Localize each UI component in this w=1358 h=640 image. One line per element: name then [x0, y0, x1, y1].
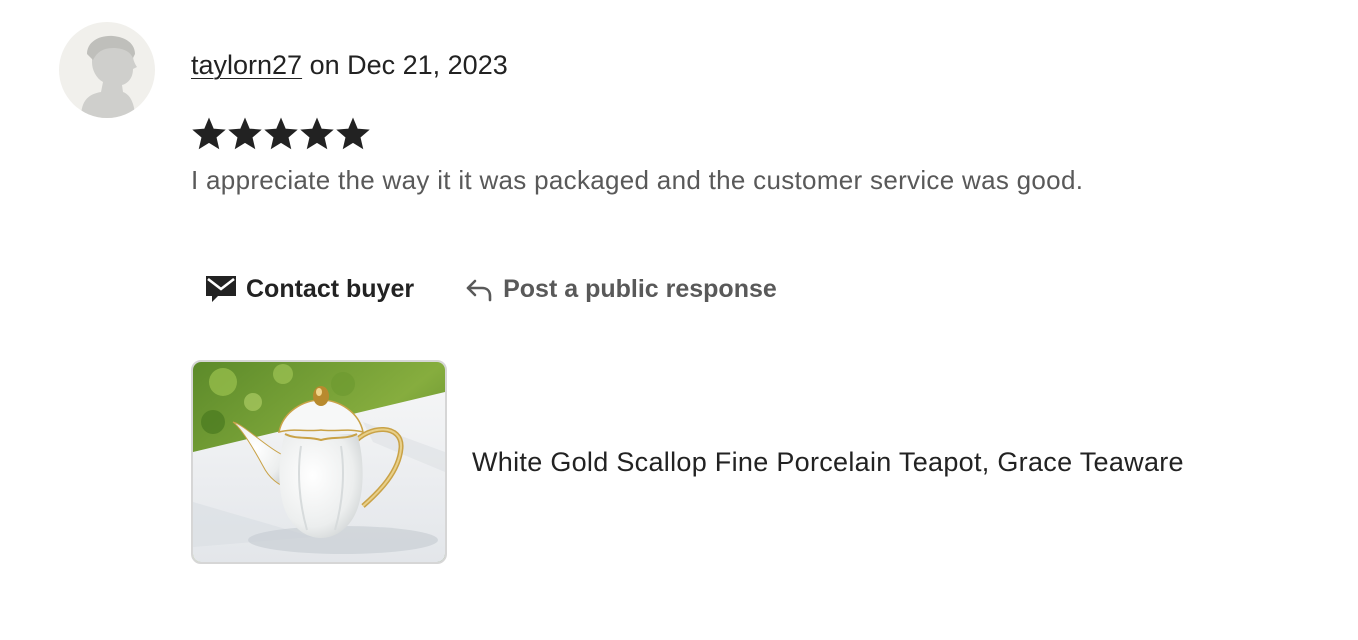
teapot-photo	[193, 362, 445, 562]
star-filled-icon	[264, 117, 298, 150]
contact-buyer-button[interactable]: Contact buyer	[205, 274, 414, 304]
post-public-response-label: Post a public response	[503, 274, 777, 303]
product-thumbnail[interactable]	[191, 360, 447, 564]
envelope-icon	[205, 274, 237, 304]
review-actions: Contact buyer Post a public response	[205, 269, 777, 309]
star-rating	[191, 116, 371, 152]
reply-arrow-icon	[464, 275, 494, 303]
review-text: I appreciate the way it it was packaged …	[191, 165, 1084, 195]
post-public-response-button[interactable]: Post a public response	[464, 275, 777, 304]
star-filled-icon	[228, 117, 262, 150]
reviewed-product: White Gold Scallop Fine Porcelain Teapot…	[191, 360, 1184, 564]
default-avatar-icon	[81, 35, 137, 118]
star-filled-icon	[192, 117, 226, 150]
review-date: on Dec 21, 2023	[302, 50, 508, 80]
reviewer-avatar[interactable]	[59, 22, 155, 118]
star-filled-icon	[336, 117, 370, 150]
reviewer-username-link[interactable]: taylorn27	[191, 50, 302, 80]
product-title-link[interactable]: White Gold Scallop Fine Porcelain Teapot…	[472, 445, 1184, 479]
star-filled-icon	[300, 117, 334, 150]
contact-buyer-label: Contact buyer	[246, 274, 415, 303]
review-header: taylorn27 on Dec 21, 2023	[191, 48, 508, 82]
